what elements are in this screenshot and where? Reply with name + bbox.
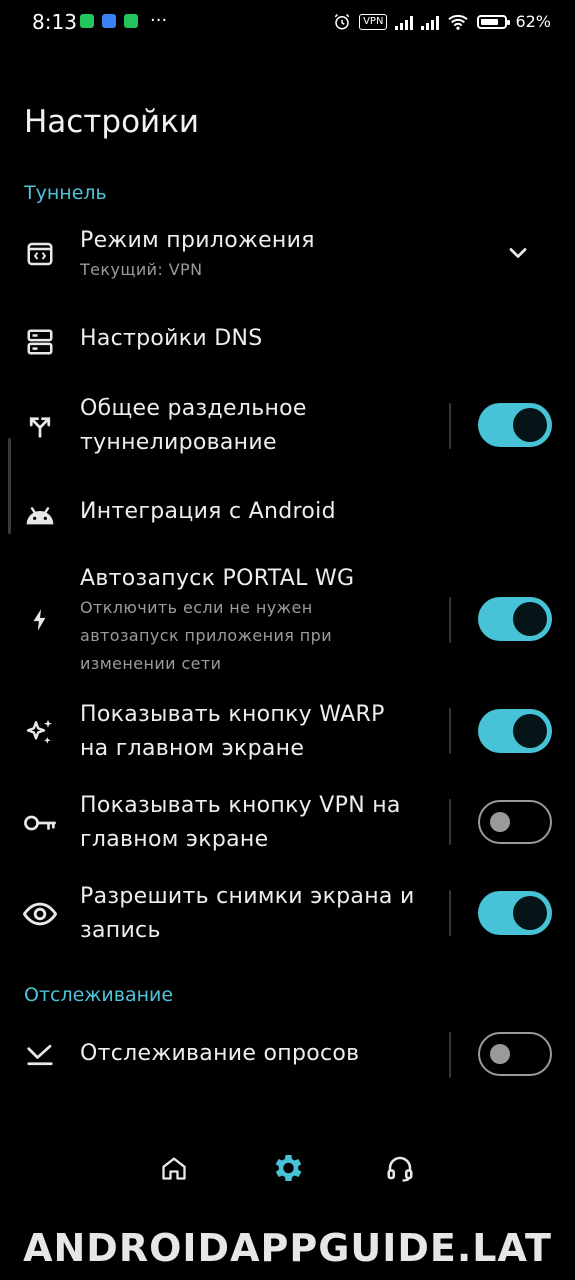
divider [449, 1032, 451, 1078]
watermark: ANDROIDAPPGUIDE.LAT [23, 1226, 552, 1270]
system-icons: VPN 62% [333, 12, 551, 31]
vpn-button-item[interactable]: Показывать кнопку VPN на главном экране [0, 789, 575, 859]
warp-button-label-line1: Показывать кнопку WARP [80, 702, 385, 727]
sparkles-icon [22, 715, 58, 751]
wifi-icon [448, 14, 469, 30]
dns-settings-item[interactable]: Настройки DNS [0, 322, 575, 362]
divider [449, 890, 451, 936]
bottom-navigation [0, 1140, 575, 1200]
split-tunnel-label-line1: Общее раздельное [80, 396, 307, 421]
autostart-sub-line1: Отключить если не нужен [80, 598, 313, 617]
warp-button-label-line2: на главном экране [80, 736, 305, 761]
dns-settings-label: Настройки DNS [80, 326, 263, 351]
whatsapp-icon [80, 14, 94, 28]
divider [449, 597, 451, 643]
vpn-badge: VPN [359, 13, 388, 30]
signal-icon [395, 14, 414, 30]
app-window-icon [22, 236, 58, 272]
vpn-button-label-line1: Показывать кнопку VPN на [80, 793, 401, 818]
split-tunnel-item[interactable]: Общее раздельное туннелирование [0, 392, 575, 462]
screenshots-label-line2: запись [80, 918, 161, 943]
headset-icon [387, 1156, 413, 1182]
nav-settings[interactable] [267, 1148, 307, 1188]
warp-button-toggle[interactable] [478, 709, 552, 753]
section-header-tracking: Отслеживание [24, 984, 174, 1006]
home-icon [162, 1157, 186, 1180]
toggle-knob [513, 714, 547, 748]
app-mode-item[interactable]: Режим приложения Текущий: VPN [0, 224, 575, 294]
app-notification-icon [102, 14, 116, 28]
screenshots-label-line1: Разрешить снимки экрана и [80, 884, 415, 909]
battery-percent: 62% [515, 12, 551, 31]
app-mode-label: Режим приложения [80, 228, 315, 253]
android-integration-item[interactable]: Интеграция с Android [0, 495, 575, 535]
screenshots-item[interactable]: Разрешить снимки экрана и запись [0, 880, 575, 950]
divider [449, 403, 451, 449]
alarm-icon [334, 13, 350, 29]
toggle-knob [513, 896, 547, 930]
status-bar: 8:13 ··· VPN 62% [0, 0, 575, 48]
chevron-down-icon[interactable] [504, 239, 532, 267]
lightning-icon [22, 602, 58, 638]
android-icon [22, 497, 58, 533]
key-icon [22, 805, 58, 841]
battery-icon [477, 14, 511, 29]
eye-icon [22, 896, 58, 932]
autostart-sub-line2: автозапуск приложения при [80, 626, 333, 645]
divider [449, 708, 451, 754]
autostart-item[interactable]: Автозапуск PORTAL WG Отключить если не н… [0, 562, 575, 678]
fitness-icon [124, 14, 138, 28]
vpn-button-label-line2: главном экране [80, 827, 269, 852]
autostart-sub-line3: изменении сети [80, 654, 222, 673]
polls-tracking-label: Отслеживание опросов [80, 1041, 360, 1066]
gear-icon [275, 1154, 302, 1182]
android-integration-label: Интеграция с Android [80, 499, 336, 524]
autostart-label: Автозапуск PORTAL WG [80, 566, 355, 591]
split-tunnel-label-line2: туннелирование [80, 430, 277, 455]
screenshots-toggle[interactable] [478, 891, 552, 935]
status-time: 8:13 [32, 10, 77, 34]
toggle-knob [513, 602, 547, 636]
more-notifications-icon: ··· [150, 10, 168, 31]
tracking-check-icon [22, 1037, 58, 1073]
vpn-button-toggle[interactable] [478, 800, 552, 844]
signal-2-icon [421, 14, 440, 30]
polls-tracking-toggle[interactable] [478, 1032, 552, 1076]
divider [449, 799, 451, 845]
nav-support[interactable] [380, 1148, 420, 1188]
split-arrows-icon [22, 407, 58, 443]
scrollbar[interactable] [8, 438, 11, 534]
notification-icons: ··· [80, 10, 168, 31]
section-header-tunnel: Туннель [24, 182, 107, 204]
toggle-knob [490, 1044, 510, 1064]
dns-server-icon [22, 324, 58, 360]
autostart-toggle[interactable] [478, 597, 552, 641]
toggle-knob [513, 408, 547, 442]
app-mode-subtitle: Текущий: VPN [80, 260, 203, 279]
polls-tracking-item[interactable]: Отслеживание опросов [0, 1032, 575, 1078]
toggle-knob [490, 812, 510, 832]
warp-button-item[interactable]: Показывать кнопку WARP на главном экране [0, 698, 575, 768]
split-tunnel-toggle[interactable] [478, 403, 552, 447]
page-title: Настройки [24, 104, 200, 140]
nav-home[interactable] [154, 1148, 194, 1188]
